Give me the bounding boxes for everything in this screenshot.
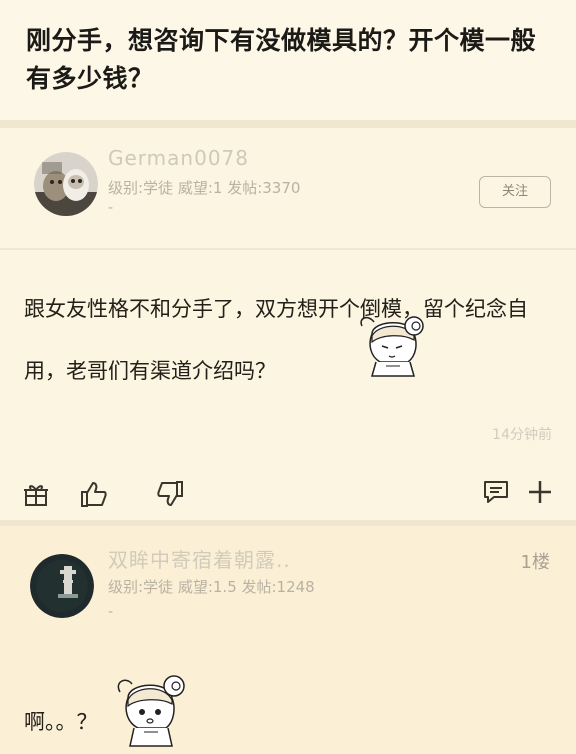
sticker-image <box>117 675 185 747</box>
post-timestamp: 14分钟前 <box>492 427 552 443</box>
thumb-up-icon[interactable] <box>80 480 108 508</box>
avatar-image <box>30 554 94 618</box>
reply-content: 啊。。？ <box>24 710 98 734</box>
thread-title: 刚分手，想咨询下有没做模具的？开个模一般有多少钱？ <box>26 26 537 93</box>
sticker-image <box>360 316 424 377</box>
post-content: 跟女友性格不和分手了，双方想开个倒模，留个纪念自用，老哥们有渠道介绍吗？ <box>24 297 528 383</box>
comment-icon[interactable] <box>482 478 510 506</box>
gift-icon[interactable] <box>22 480 50 508</box>
follow-button[interactable]: 关注 <box>479 176 551 208</box>
avatar[interactable] <box>34 152 98 216</box>
floor-number: 1楼 <box>520 552 550 573</box>
user-meta: 级别:学徒 威望:1.5 发帖:1248 <box>108 578 315 596</box>
divider <box>0 120 576 128</box>
avatar-image <box>34 152 98 216</box>
username[interactable]: 双眸中寄宿着朝露.. <box>108 544 291 573</box>
thumb-down-icon[interactable] <box>156 480 184 508</box>
meta-dot: - <box>108 200 114 216</box>
plus-icon[interactable] <box>526 478 554 506</box>
avatar[interactable] <box>30 554 94 618</box>
meta-dot: - <box>108 604 114 620</box>
thread-header: 刚分手，想咨询下有没做模具的？开个模一般有多少钱？ <box>0 0 576 120</box>
username[interactable]: German0078 <box>108 146 249 170</box>
user-meta: 级别:学徒 威望:1 发帖:3370 <box>108 179 301 197</box>
divider <box>0 248 576 250</box>
